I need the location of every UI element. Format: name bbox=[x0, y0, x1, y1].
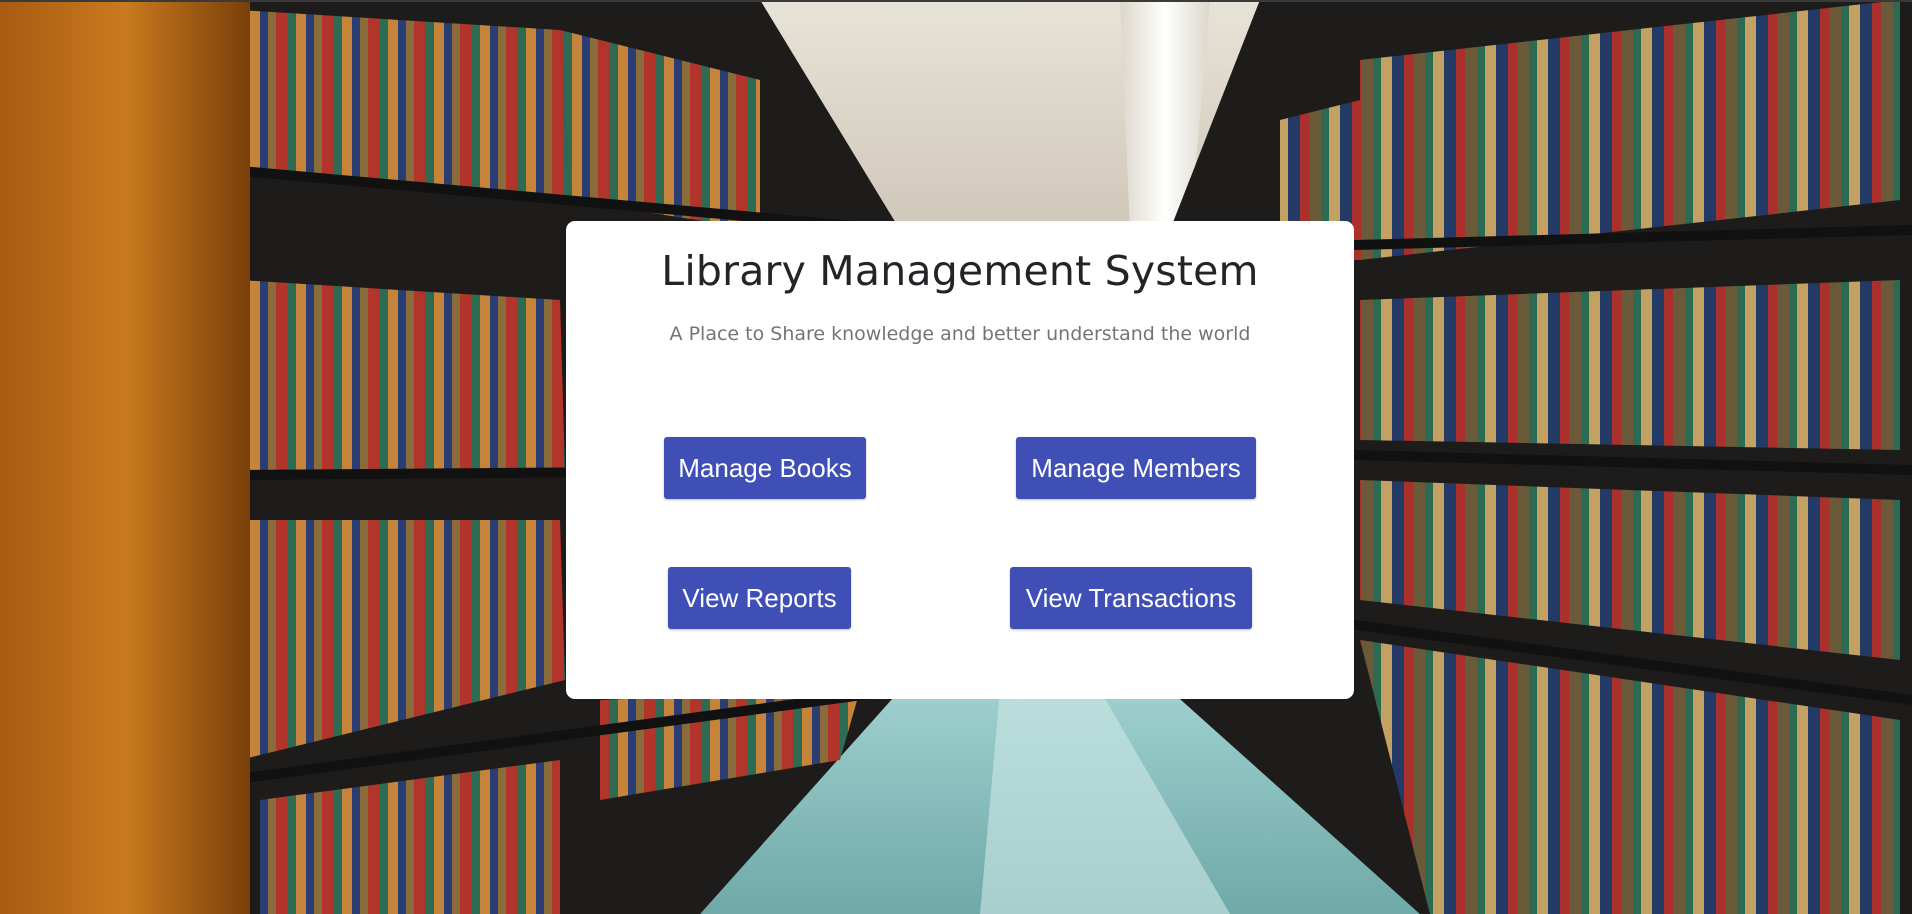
view-reports-button[interactable]: View Reports bbox=[668, 567, 851, 629]
view-transactions-button[interactable]: View Transactions bbox=[1010, 567, 1252, 629]
main-card: Library Management System A Place to Sha… bbox=[566, 221, 1354, 699]
manage-books-button[interactable]: Manage Books bbox=[664, 437, 866, 499]
page-title: Library Management System bbox=[661, 247, 1259, 295]
manage-members-button[interactable]: Manage Members bbox=[1016, 437, 1256, 499]
page-subtitle: A Place to Share knowledge and better un… bbox=[669, 323, 1251, 345]
